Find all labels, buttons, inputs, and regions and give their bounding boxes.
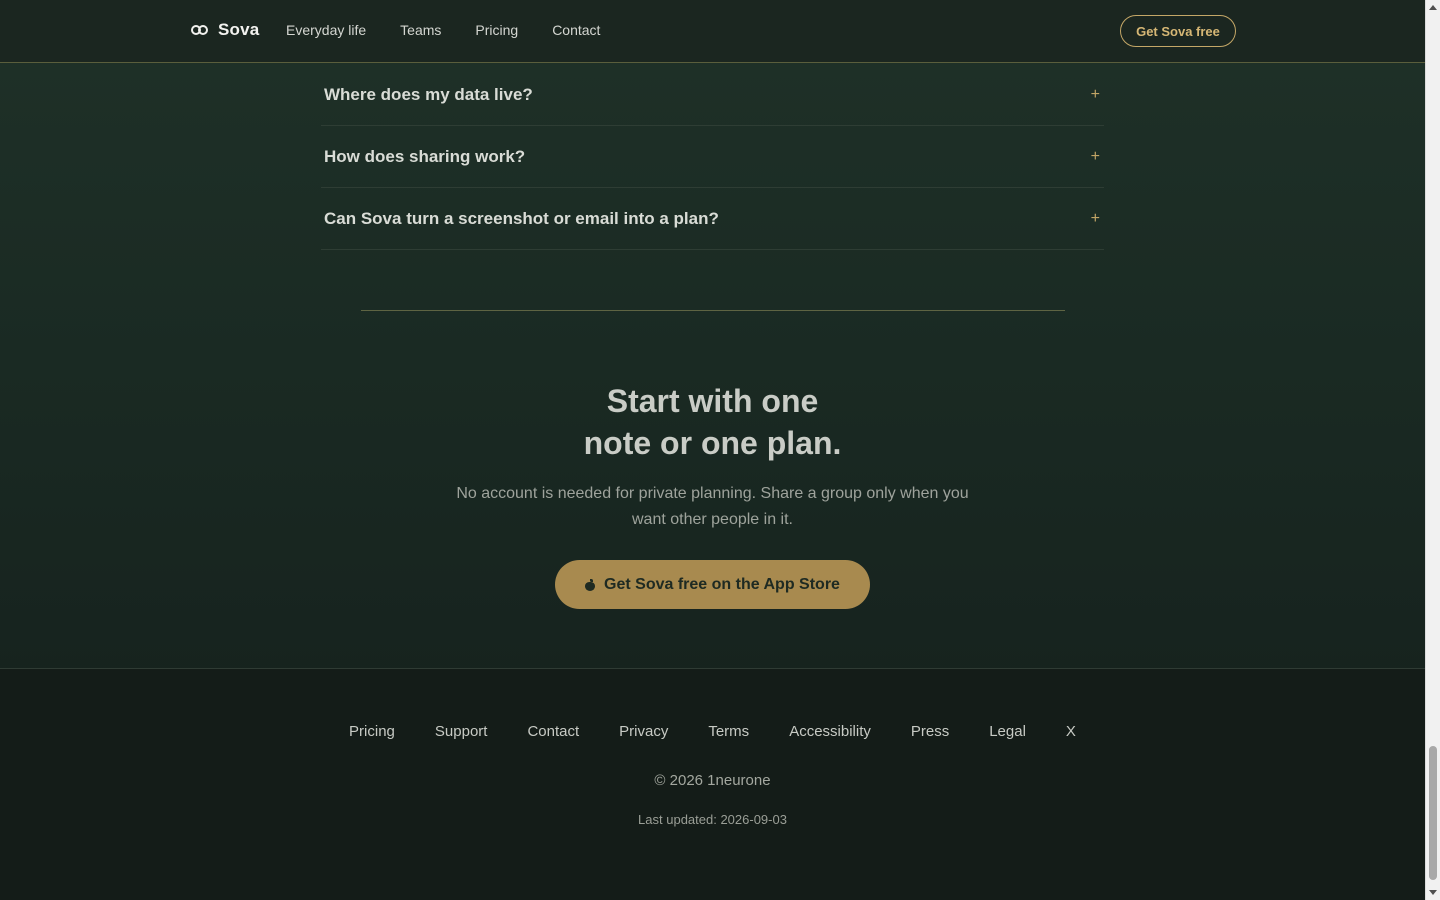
last-updated: Last updated: 2026-09-03 <box>638 812 787 827</box>
cta-description: No account is needed for private plannin… <box>456 485 969 528</box>
footer-link-privacy[interactable]: Privacy <box>619 723 668 740</box>
plus-icon[interactable]: + <box>1091 148 1100 166</box>
footer-link-pricing[interactable]: Pricing <box>349 723 395 740</box>
page: Sova Everyday life Teams Pricing Contact… <box>0 0 1425 900</box>
footer-link-x[interactable]: X <box>1066 723 1076 740</box>
footer-link-terms[interactable]: Terms <box>708 723 749 740</box>
scrollbar-thumb[interactable] <box>1429 746 1437 880</box>
main-nav: Everyday life Teams Pricing Contact <box>286 22 600 38</box>
site-footer: Pricing Support Contact Privacy Terms Ac… <box>0 668 1425 900</box>
faq-question: Can Sova turn a screenshot or email into… <box>324 208 719 228</box>
copyright: © 2026 1neurone <box>654 772 771 789</box>
infinity-logo-icon <box>191 25 208 35</box>
faq-question: Where does my data live? <box>324 84 533 104</box>
brand-logo[interactable]: Sova <box>191 20 259 40</box>
nav-pricing[interactable]: Pricing <box>475 22 518 38</box>
cta-title-line-1: Start with one <box>606 383 819 419</box>
brand-name: Sova <box>218 20 260 39</box>
faq-list: Where does my data live? + How does shar… <box>321 64 1104 250</box>
footer-link-accessibility[interactable]: Accessibility <box>789 723 871 740</box>
site-header: Sova Everyday life Teams Pricing Contact… <box>0 0 1425 63</box>
scroll-down-icon[interactable] <box>1429 890 1437 895</box>
app-store-button-label: Get Sova free on the App Store <box>604 575 840 593</box>
footer-link-press[interactable]: Press <box>911 723 949 740</box>
apple-icon <box>585 578 596 591</box>
faq-item-screenshot-plan[interactable]: Can Sova turn a screenshot or email into… <box>321 188 1104 250</box>
faq-item-data-location[interactable]: Where does my data live? + <box>321 64 1104 126</box>
scroll-up-icon[interactable] <box>1429 5 1437 10</box>
plus-icon[interactable]: + <box>1091 210 1100 228</box>
plus-icon[interactable]: + <box>1091 86 1100 104</box>
nav-contact[interactable]: Contact <box>552 22 600 38</box>
page-scrollbar[interactable] <box>1425 0 1440 900</box>
footer-links: Pricing Support Contact Privacy Terms Ac… <box>0 723 1425 740</box>
cta-title: Start with one note or one plan. <box>0 380 1425 464</box>
nav-teams[interactable]: Teams <box>400 22 441 38</box>
cta-title-line-2: note or one plan. <box>583 425 842 461</box>
nav-everyday-life[interactable]: Everyday life <box>286 22 366 38</box>
section-divider <box>361 310 1065 311</box>
footer-link-contact[interactable]: Contact <box>527 723 579 740</box>
app-store-button[interactable]: Get Sova free on the App Store <box>555 560 870 609</box>
faq-item-sharing[interactable]: How does sharing work? + <box>321 126 1104 188</box>
footer-link-support[interactable]: Support <box>435 723 488 740</box>
get-sova-free-button[interactable]: Get Sova free <box>1120 15 1236 47</box>
footer-link-legal[interactable]: Legal <box>989 723 1026 740</box>
faq-question: How does sharing work? <box>324 146 526 166</box>
